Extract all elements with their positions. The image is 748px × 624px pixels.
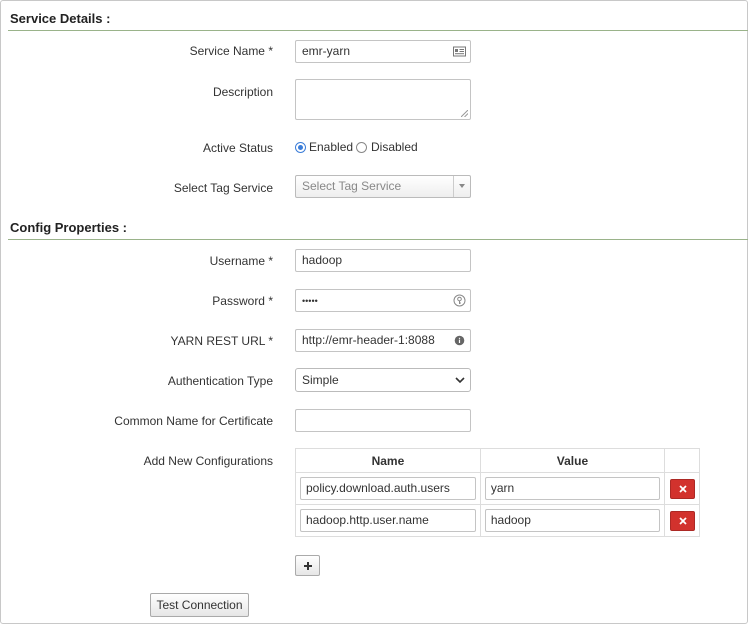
table-row: hadoop.http.user.name hadoop	[295, 504, 700, 537]
common-name-label: Common Name for Certificate	[114, 414, 273, 428]
close-icon	[678, 516, 687, 525]
config-name-input[interactable]: policy.download.auth.users	[300, 477, 476, 500]
description-label: Description	[212, 85, 273, 99]
section-divider	[8, 239, 748, 240]
radio-enabled-label[interactable]: Enabled	[309, 140, 353, 154]
common-name-input[interactable]	[295, 409, 471, 432]
config-value-input[interactable]: hadoop	[484, 509, 661, 532]
contact-card-icon	[453, 46, 466, 57]
service-details-heading: Service Details :	[10, 11, 111, 26]
yarn-url-label: YARN REST URL *	[170, 334, 273, 348]
config-properties-heading: Config Properties :	[10, 220, 128, 235]
auth-type-select[interactable]: Simple	[295, 368, 471, 392]
radio-enabled[interactable]	[295, 142, 306, 153]
table-row: policy.download.auth.users yarn	[295, 472, 700, 505]
password-value: •••••	[302, 296, 318, 306]
service-name-value: emr-yarn	[302, 44, 351, 58]
delete-row-button[interactable]	[669, 510, 695, 531]
add-config-button[interactable]	[295, 555, 320, 576]
tag-service-label: Select Tag Service	[173, 181, 273, 195]
section-divider	[8, 30, 748, 31]
active-status-label: Active Status	[202, 141, 273, 155]
form-panel: Service Details : Service Name * emr-yar…	[0, 0, 748, 624]
auth-type-label: Authentication Type	[167, 374, 273, 388]
dropdown-arrow-icon	[453, 176, 470, 197]
password-input[interactable]: •••••	[295, 289, 471, 312]
config-value-input[interactable]: yarn	[484, 477, 661, 500]
service-name-label: Service Name *	[189, 44, 273, 58]
yarn-url-input[interactable]: http://emr-header-1:8088	[295, 329, 471, 352]
radio-disabled-label[interactable]: Disabled	[371, 140, 418, 154]
resize-grip-icon[interactable]	[461, 110, 468, 117]
tag-service-placeholder: Select Tag Service	[302, 179, 402, 193]
delete-row-button[interactable]	[669, 478, 695, 499]
service-name-input[interactable]: emr-yarn	[295, 40, 471, 63]
description-textarea[interactable]	[295, 79, 471, 120]
close-icon	[678, 484, 687, 493]
new-configs-label: Add New Configurations	[143, 454, 273, 468]
test-connection-button[interactable]: Test Connection	[150, 593, 249, 617]
info-icon[interactable]	[453, 335, 466, 348]
config-name-input[interactable]: hadoop.http.user.name	[300, 509, 476, 532]
username-input[interactable]: hadoop	[295, 249, 471, 272]
column-header-name: Name	[295, 448, 481, 473]
tag-service-select[interactable]: Select Tag Service	[295, 175, 471, 198]
yarn-url-value: http://emr-header-1:8088	[302, 333, 435, 347]
plus-icon	[304, 562, 312, 570]
column-header-value: Value	[479, 448, 666, 473]
chevron-down-icon	[455, 377, 465, 384]
radio-disabled[interactable]	[356, 142, 367, 153]
new-configs-table: Name Value policy.download.auth.users ya…	[295, 448, 700, 537]
table-header-row: Name Value	[295, 448, 700, 473]
username-value: hadoop	[302, 253, 343, 267]
key-icon[interactable]	[453, 294, 466, 307]
auth-type-value: Simple	[302, 373, 339, 387]
username-label: Username *	[209, 254, 273, 268]
password-label: Password *	[212, 294, 273, 308]
column-header-actions	[664, 448, 700, 473]
